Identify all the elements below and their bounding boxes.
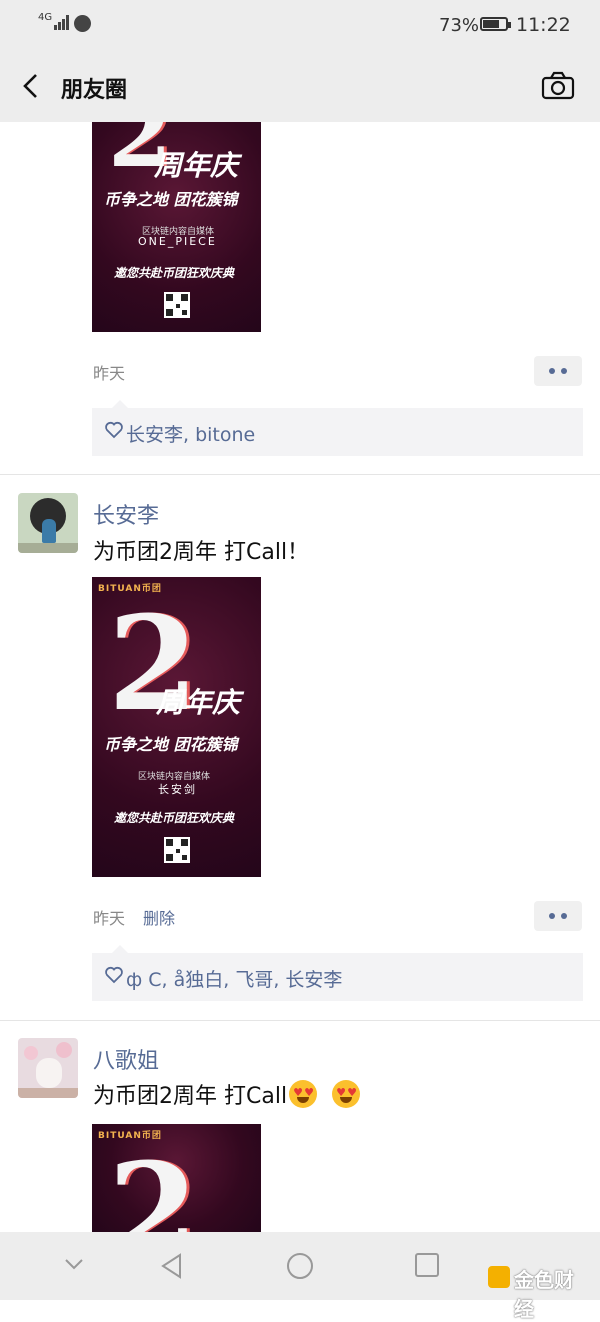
avatar[interactable] [18, 493, 78, 553]
post-image[interactable]: BITUAN币团 2 [92, 1124, 261, 1232]
network-type: 4G [38, 12, 53, 23]
heart-icon [105, 966, 123, 984]
qr-code [164, 292, 190, 318]
heart-eyes-emoji-icon: ♥ ♥ [332, 1080, 361, 1108]
globe-icon [74, 15, 91, 32]
username[interactable]: 八歌姐 [93, 1043, 159, 1075]
qr-code [164, 837, 190, 863]
username[interactable]: 长安李 [93, 498, 159, 530]
status-bar: 4G 73% 11:22 [0, 0, 600, 50]
post-image[interactable]: BITUAN币团 2 周年庆 币争之地 团花簇锦 区块链内容自媒体 长安剑 邀您… [92, 577, 261, 877]
chevron-down-icon[interactable] [62, 1252, 86, 1276]
post-text: 为币团2周年 打Call [93, 1084, 288, 1109]
post-time: 昨天 [93, 909, 126, 928]
poster-anniversary: 周年庆 [156, 686, 241, 719]
liked-by[interactable]: ф C, å独白, 飞哥, 长安李 [126, 965, 342, 992]
poster-invite: 邀您共赴币团狂欢庆典 [114, 266, 235, 280]
poster-slogan: 币争之地 团花簇锦 [104, 190, 238, 209]
avatar[interactable] [18, 1038, 78, 1098]
heart-icon [105, 421, 123, 439]
divider [0, 474, 600, 475]
likes-panel: ф C, å独白, 飞哥, 长安李 [92, 945, 583, 1001]
poster-anniversary: 周年庆 [154, 149, 239, 182]
clock: 11:22 [516, 14, 571, 36]
divider [0, 1020, 600, 1021]
heart-eyes-emoji-icon: ♥ ♥ [289, 1080, 318, 1108]
liked-by[interactable]: 长安李, bitone [126, 420, 255, 447]
poster-slogan: 币争之地 团花簇锦 [104, 735, 238, 754]
post-image[interactable]: 2 周年庆 币争之地 团花簇锦 区块链内容自媒体 ONE_PIECE 邀您共赴币… [92, 122, 261, 332]
poster-media: ONE_PIECE [138, 235, 217, 248]
more-actions-button[interactable] [534, 356, 582, 386]
post-text-row: 为币团2周年 打Call ♥ ♥ ♥ ♥ [93, 1078, 361, 1110]
signal-icon [54, 15, 69, 30]
camera-icon[interactable] [540, 70, 576, 102]
watermark: 金色财经 [488, 1262, 590, 1321]
poster-invite: 邀您共赴币团狂欢庆典 [114, 811, 235, 825]
battery-icon [480, 17, 511, 31]
likes-panel: 长安李, bitone [92, 400, 583, 456]
home-circle-icon[interactable] [286, 1252, 314, 1280]
battery-percent: 73% [439, 15, 480, 36]
delete-link[interactable]: 删除 [143, 905, 175, 929]
poster-media: 长安剑 [158, 783, 197, 796]
back-triangle-icon[interactable] [158, 1252, 186, 1280]
post-text: 为币团2周年 打Call！ [93, 540, 310, 565]
more-actions-button[interactable] [534, 901, 582, 931]
nav-bar: 朋友圈 [0, 50, 600, 122]
page-title: 朋友圈 [61, 78, 128, 103]
watermark-text: 金色财经 [514, 1268, 574, 1321]
poster-big-number: 2 [108, 1134, 199, 1232]
back-arrow-icon[interactable] [18, 70, 46, 102]
recents-square-icon[interactable] [414, 1252, 440, 1278]
watermark-logo-icon [488, 1266, 510, 1288]
post-time: 昨天 [93, 364, 126, 383]
